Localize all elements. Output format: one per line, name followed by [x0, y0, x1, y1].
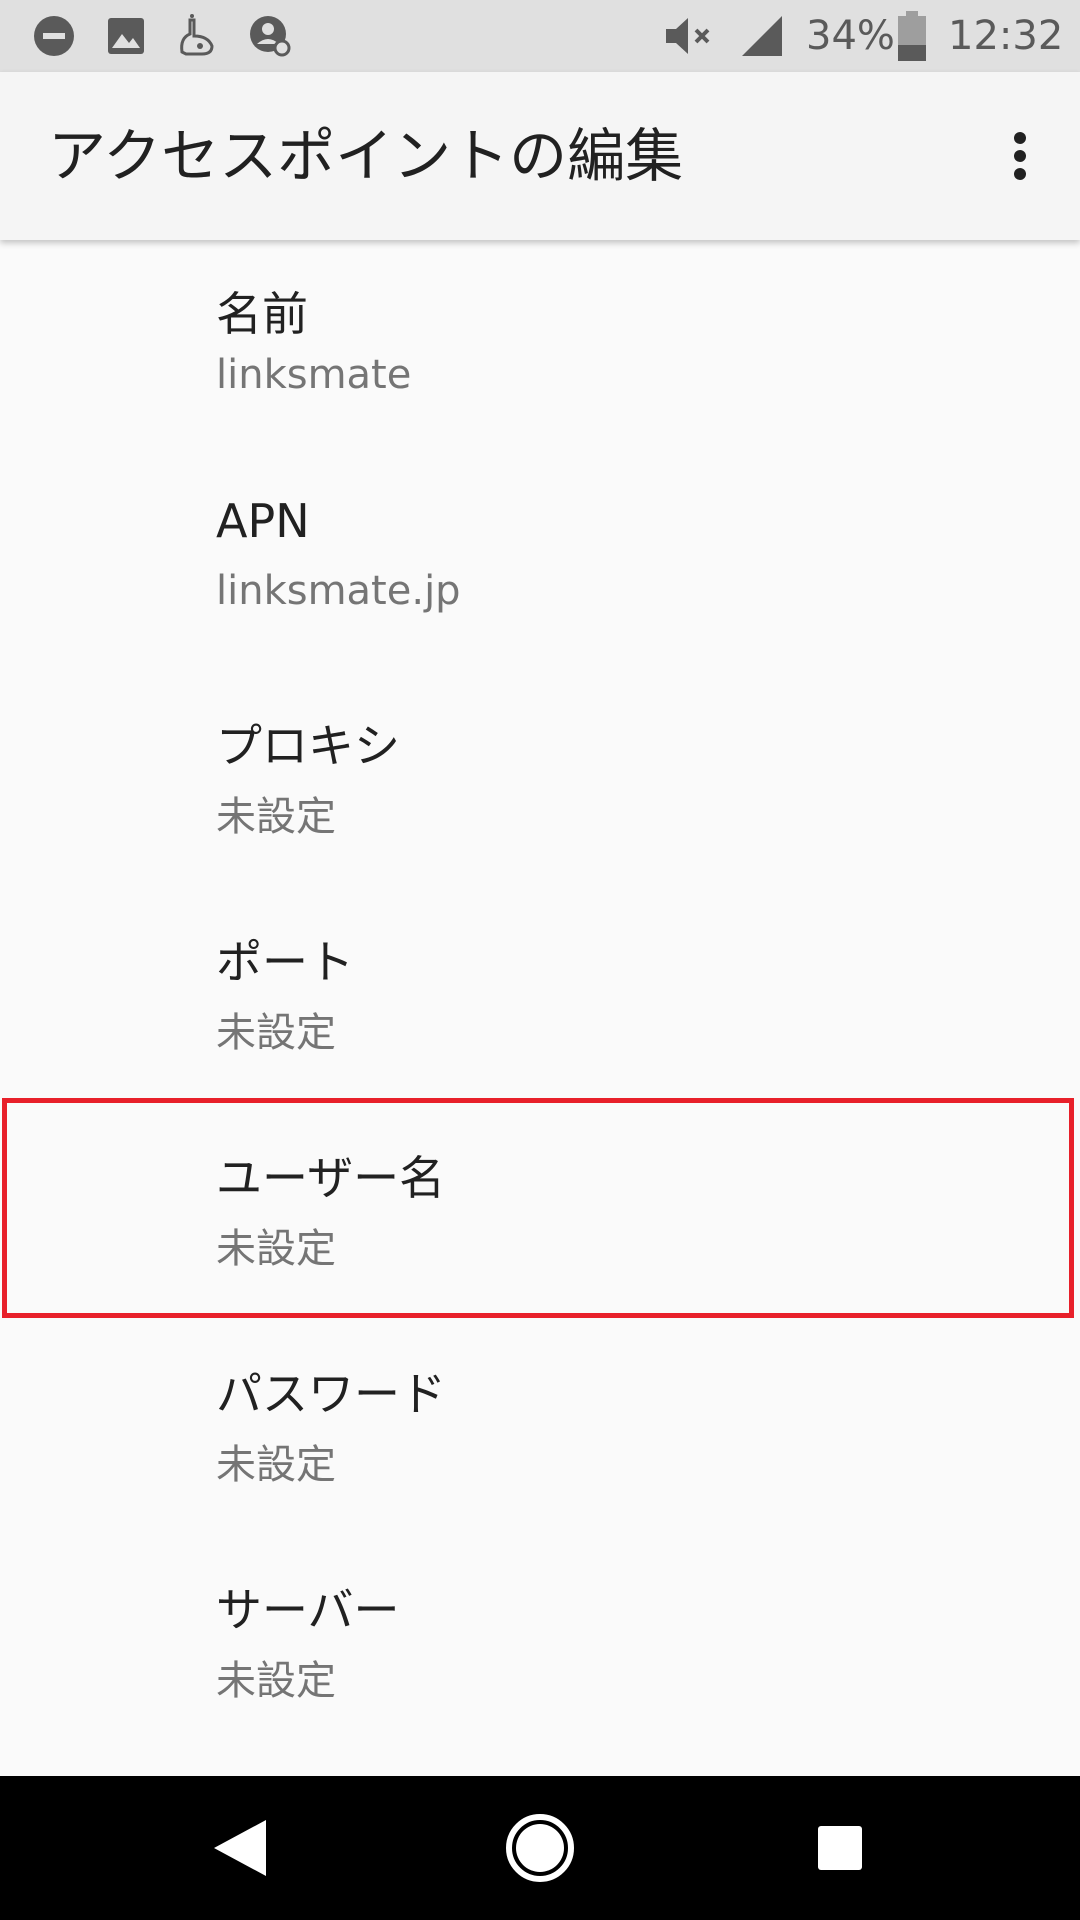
setting-title: サーバー — [216, 1583, 400, 1637]
setting-title: パスワード — [216, 1367, 446, 1421]
setting-password[interactable]: パスワード 未設定 — [0, 1320, 1080, 1536]
setting-value: 未設定 — [216, 794, 336, 840]
setting-value: 未設定 — [216, 1010, 336, 1056]
battery-icon — [898, 11, 926, 61]
setting-title: ポート — [216, 935, 354, 989]
setting-value: 未設定 — [216, 1658, 336, 1704]
setting-value: 未設定 — [216, 1226, 336, 1272]
settings-person-icon — [250, 16, 291, 57]
setting-name[interactable]: 名前 linksmate — [0, 240, 1080, 456]
signal-icon — [742, 16, 782, 56]
setting-port[interactable]: ポート 未設定 — [0, 888, 1080, 1104]
setting-value: 未設定 — [216, 1442, 336, 1488]
setting-apn[interactable]: APN linksmate.jp — [0, 456, 1080, 672]
setting-title: 名前 — [216, 287, 308, 341]
do-not-disturb-icon — [34, 16, 74, 56]
setting-title: APN — [216, 494, 310, 548]
setting-proxy[interactable]: プロキシ 未設定 — [0, 672, 1080, 888]
navigation-bar — [0, 1776, 1080, 1920]
clock: 12:32 — [948, 13, 1064, 59]
recents-icon[interactable] — [800, 1808, 880, 1888]
more-vert-icon[interactable] — [984, 120, 1056, 192]
setting-server[interactable]: サーバー 未設定 — [0, 1536, 1080, 1752]
apn-settings-list: 名前 linksmate APN linksmate.jp プロキシ 未設定 ポ… — [0, 240, 1080, 1752]
app-bar: アクセスポイントの編集 — [0, 72, 1080, 240]
page-title: アクセスポイントの編集 — [48, 122, 684, 190]
setting-value: linksmate — [216, 352, 412, 398]
setting-title: プロキシ — [216, 719, 400, 773]
battery-percent: 34% — [806, 13, 895, 59]
volume-muted-icon — [666, 18, 710, 54]
setting-username[interactable]: ユーザー名 未設定 — [0, 1104, 1080, 1320]
status-bar: 34% 12:32 — [0, 0, 1080, 72]
setting-title: ユーザー名 — [216, 1151, 446, 1205]
home-icon[interactable] — [500, 1808, 580, 1888]
image-icon — [108, 18, 144, 54]
back-icon[interactable] — [200, 1808, 280, 1888]
setting-value: linksmate.jp — [216, 568, 461, 614]
app-notification-icon — [180, 14, 214, 56]
